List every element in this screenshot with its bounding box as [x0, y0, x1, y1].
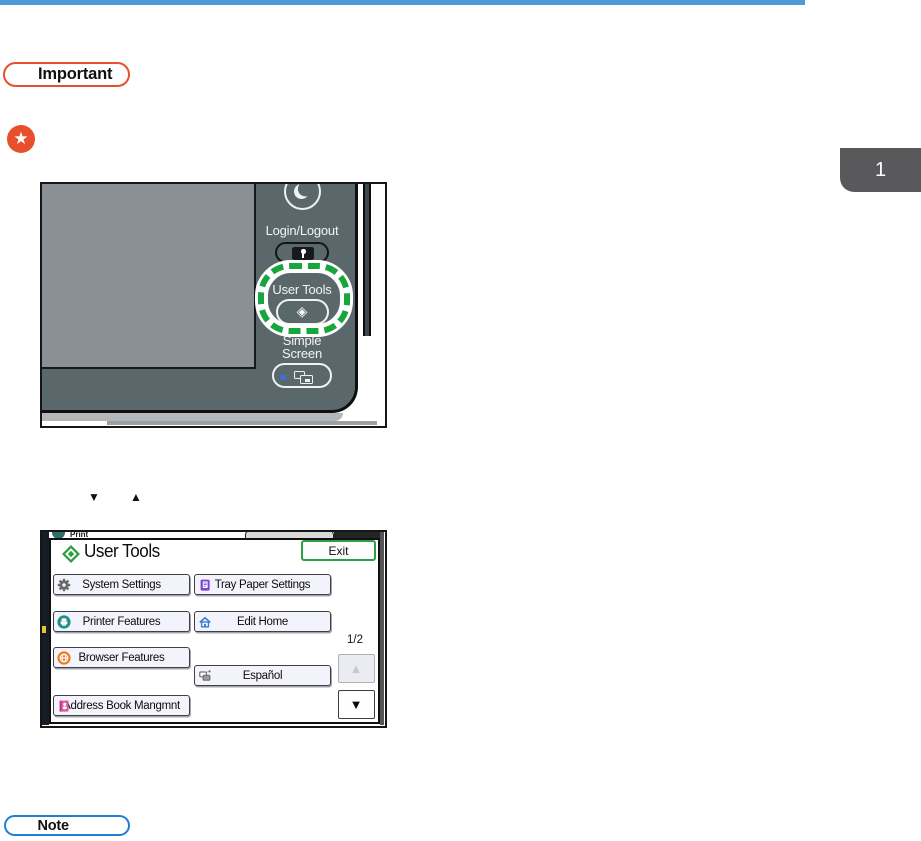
chapter-tab: 1: [840, 148, 921, 192]
language-espanol-button[interactable]: Español: [194, 665, 331, 686]
manual-page: 1 ★ Important Login/Logout User Tools ◈ …: [0, 0, 921, 841]
yellow-tick: [42, 626, 46, 633]
home-icon: [199, 616, 211, 628]
tray-paper-settings-button[interactable]: Tray Paper Settings: [194, 574, 331, 595]
user-tools-screen-figure: Print User Tools Exit System Settings Pr…: [40, 530, 387, 728]
screens-icon-front: [300, 375, 313, 384]
exit-button[interactable]: Exit: [301, 540, 376, 561]
control-panel-figure: Login/Logout User Tools ◈ Simple Screen: [40, 182, 387, 428]
gear-icon: [57, 578, 71, 591]
simple-screen-label-line2: Screen: [282, 346, 322, 361]
tray-paper-icon: [200, 579, 210, 591]
browser-features-button[interactable]: Browser Features: [53, 647, 190, 668]
printer-features-button[interactable]: Printer Features: [53, 611, 190, 632]
printer-icon: [57, 614, 71, 629]
led-indicator: [280, 375, 286, 380]
scroll-down-button[interactable]: ▼: [337, 690, 375, 719]
chapter-number: 1: [874, 158, 887, 181]
user-tools-diamond-icon: [62, 544, 80, 563]
login-logout-label: Login/Logout: [265, 223, 339, 238]
exit-label: Exit: [328, 543, 349, 558]
top-rule: [0, 0, 805, 5]
language-icon: [199, 669, 212, 681]
button-label: Printer Features: [82, 615, 161, 628]
key-stem: [302, 253, 305, 258]
green-dashed-highlight: [258, 263, 350, 334]
down-triangle-glyph: ▼: [88, 490, 100, 504]
globe-icon: [57, 650, 71, 665]
page-indicator: 1/2: [347, 633, 363, 646]
screen-dot: [305, 379, 310, 382]
simple-screen-key[interactable]: [272, 363, 332, 388]
button-label: Browser Features: [78, 651, 165, 664]
panel-bottom-edge: [42, 413, 343, 421]
important-badge: ★ Important: [3, 62, 130, 153]
login-key-icon: [292, 247, 314, 260]
system-settings-button[interactable]: System Settings: [53, 574, 190, 595]
button-label: Español: [242, 669, 283, 682]
star-icon: ★: [7, 124, 35, 153]
machine-edge: [363, 184, 371, 336]
screen-title: User Tools: [84, 540, 160, 561]
address-book-mangmnt-button[interactable]: Address Book Mangmnt: [53, 695, 190, 716]
address-book-icon: [59, 700, 69, 712]
up-triangle-icon: ▲: [349, 661, 363, 676]
user-tools-dialog: User Tools Exit System Settings Printer …: [49, 537, 380, 724]
note-label: Note: [37, 817, 70, 834]
underlying-screen-right-edge: [380, 532, 384, 725]
up-triangle-glyph: ▲: [130, 490, 142, 504]
scroll-up-button[interactable]: ▲: [337, 654, 375, 683]
edit-home-button[interactable]: Edit Home: [194, 611, 331, 632]
touch-display: [42, 184, 256, 369]
important-label: Important: [38, 65, 113, 83]
machine-bottom-bar: [107, 420, 377, 425]
note-badge: Note: [3, 815, 130, 836]
button-label: System Settings: [82, 578, 161, 591]
button-label: Edit Home: [237, 615, 288, 628]
button-label: Tray Paper Settings: [214, 578, 311, 591]
down-triangle-icon: ▼: [349, 697, 363, 712]
button-label: Address Book Mangmnt: [63, 699, 180, 712]
crescent-moon-icon: [292, 184, 310, 201]
